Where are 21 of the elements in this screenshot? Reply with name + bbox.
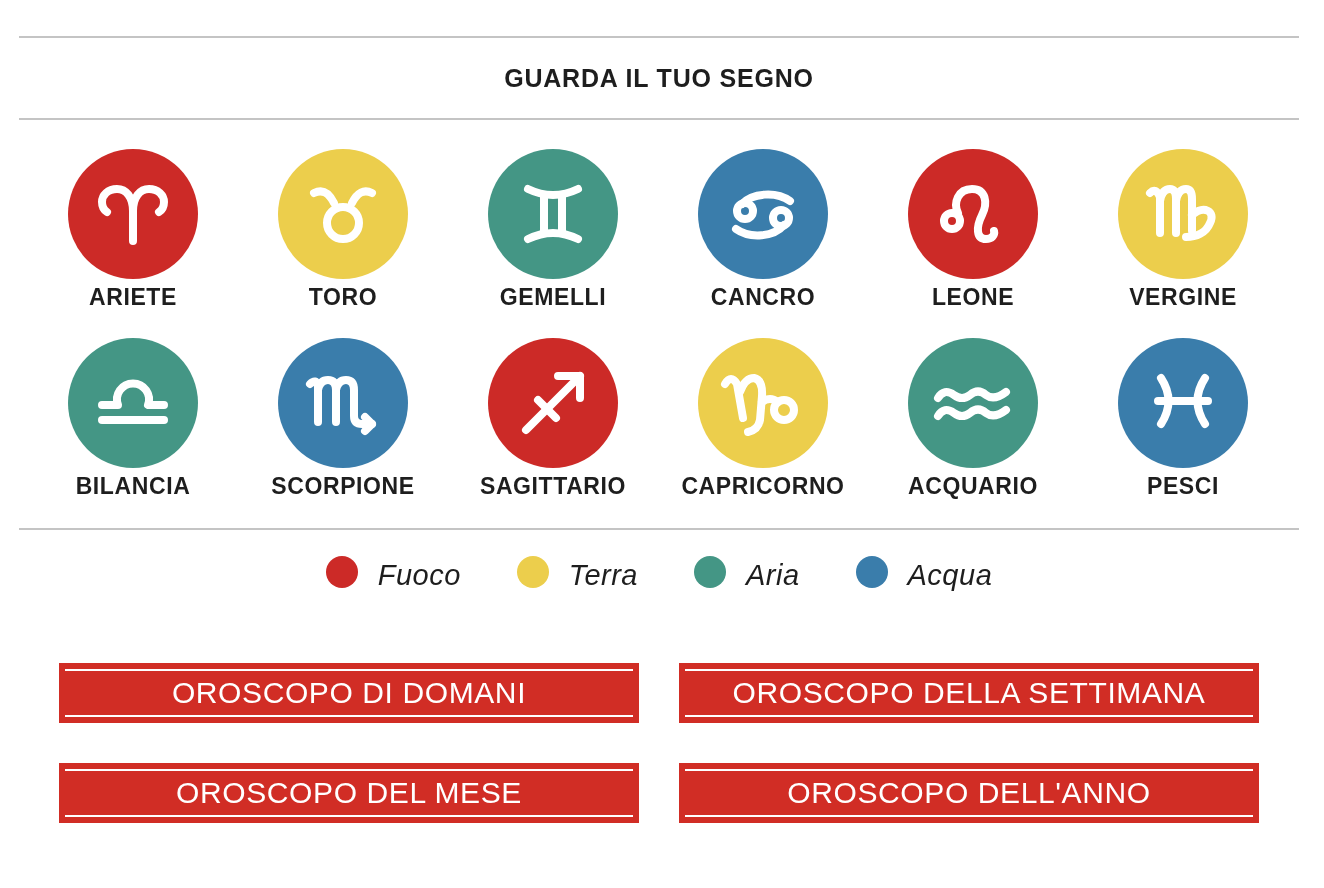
sign-link[interactable]: GEMELLI: [499, 284, 607, 310]
sign-link[interactable]: LEONE: [931, 284, 1015, 310]
legend-label: Fuoco: [377, 558, 461, 592]
sign-link[interactable]: CANCRO: [710, 284, 816, 310]
sign-link[interactable]: VERGINE: [1129, 284, 1237, 310]
horoscope-button[interactable]: OROSCOPO DI DOMANI: [59, 663, 639, 723]
sign-link[interactable]: SCORPIONE: [271, 473, 415, 499]
sign-link[interactable]: ARIETE: [89, 284, 177, 310]
sign-link[interactable]: TORO: [308, 284, 378, 310]
section-heading: GUARDA IL TUO SEGNO: [504, 63, 814, 93]
sign-link[interactable]: SAGITTARIO: [479, 473, 627, 499]
legend-label: Acqua: [907, 558, 993, 592]
sign-link[interactable]: PESCI: [1147, 473, 1219, 499]
legend-label: Aria: [745, 558, 800, 592]
sign-link[interactable]: ACQUARIO: [908, 473, 1038, 499]
horoscope-button[interactable]: OROSCOPO DEL MESE: [59, 763, 639, 823]
legend-label: Terra: [568, 558, 638, 592]
sign-link[interactable]: CAPRICORNO: [681, 473, 845, 499]
sign-link[interactable]: BILANCIA: [75, 473, 191, 499]
horoscope-button[interactable]: OROSCOPO DELLA SETTIMANA: [679, 663, 1259, 723]
horoscope-button[interactable]: OROSCOPO DELL'ANNO: [679, 763, 1259, 823]
